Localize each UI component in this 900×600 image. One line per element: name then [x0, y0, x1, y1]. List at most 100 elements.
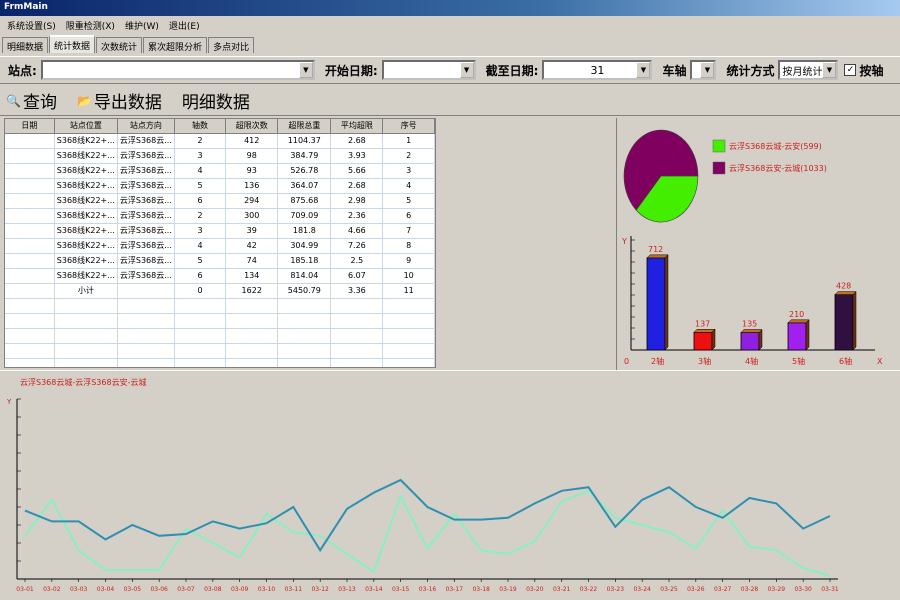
magnifier-icon: 🔍 — [6, 93, 21, 108]
x-tick-label: 03-24 — [633, 586, 651, 593]
toolbar: 🔍 查询 📂 导出数据 明细数据 — [0, 86, 900, 116]
table-row[interactable]: S368线K22+... 云浮S368云... 6 294 875.68 2.98 5 — [5, 193, 435, 209]
menu-weight-check[interactable]: 限重检测(X) — [61, 19, 120, 32]
table-cell — [330, 298, 384, 314]
table-row[interactable]: S368线K22+... 云浮S368云... 4 93 526.78 5.66 3 — [5, 163, 435, 179]
menu-exit[interactable]: 退出(E) — [164, 19, 205, 32]
table-cell: 云浮S368云... — [117, 208, 175, 224]
tab-multi-point-compare[interactable]: 多点对比 — [208, 37, 255, 53]
table-cell: S368线K22+... — [54, 238, 118, 254]
table-cell — [117, 298, 175, 314]
table-cell: 云浮S368云... — [117, 178, 175, 194]
table-cell: S368线K22+... — [54, 223, 118, 239]
table-row[interactable]: S368线K22+... 云浮S368云... 5 74 185.18 2.5 9 — [5, 253, 435, 269]
x-tick-label: 03-01 — [16, 586, 34, 593]
table-row[interactable]: S368线K22+... 云浮S368云... 3 39 181.8 4.66 7 — [5, 223, 435, 239]
table-cell — [117, 358, 175, 367]
tab-repeat-overload-analysis[interactable]: 累次超限分析 — [143, 37, 208, 53]
by-axle-checkbox[interactable]: ✓ — [844, 64, 857, 76]
column-header[interactable]: 序号 — [382, 119, 435, 134]
table-cell: 134 — [225, 268, 279, 284]
start-date-picker[interactable]: ▼ — [381, 60, 476, 80]
station-dropdown-icon[interactable]: ▼ — [298, 62, 313, 78]
x-tick-label: 03-15 — [392, 586, 410, 593]
table-row[interactable]: S368线K22+... 云浮S368云... 4 42 304.99 7.26 8 — [5, 238, 435, 254]
table-cell — [5, 268, 55, 284]
table-cell: 98 — [225, 148, 279, 164]
column-header[interactable]: 站点方向 — [117, 119, 175, 134]
method-dropdown-icon[interactable]: ▼ — [822, 62, 837, 78]
table-cell: 4 — [382, 178, 435, 194]
x-tick-label: 2轴 — [651, 356, 664, 366]
table-cell: 5 — [174, 253, 227, 269]
table-cell — [174, 358, 227, 367]
column-header[interactable]: 站点位置 — [54, 119, 118, 134]
column-header[interactable]: 超限次数 — [225, 119, 279, 134]
table-row[interactable]: S368线K22+... 云浮S368云... 5 136 364.07 2.68 4 — [5, 178, 435, 194]
bar-side-face — [711, 328, 716, 351]
table-cell — [174, 328, 227, 344]
bar — [787, 322, 807, 351]
table-cell: 云浮S368云... — [117, 223, 175, 239]
menu-maintenance[interactable]: 维护(W) — [120, 19, 164, 32]
table-cell: 0 — [174, 283, 227, 299]
table-cell: 2.68 — [330, 178, 384, 194]
x-tick-label: 03-20 — [526, 586, 544, 593]
station-select[interactable]: ▼ — [40, 60, 315, 80]
table-row-empty — [5, 328, 435, 344]
table-cell: 181.8 — [277, 223, 332, 239]
table-row[interactable]: S368线K22+... 云浮S368云... 2 412 1104.37 2.68 1 — [5, 133, 435, 149]
end-date-picker[interactable]: 31 ▼ — [542, 60, 653, 80]
table-cell — [54, 298, 118, 314]
x-tick-label: 03-12 — [311, 586, 329, 593]
bar — [740, 332, 760, 351]
column-header[interactable]: 平均超限 — [330, 119, 384, 134]
table-cell: 42 — [225, 238, 279, 254]
table-row[interactable]: S368线K22+... 云浮S368云... 3 98 384.79 3.93 2 — [5, 148, 435, 164]
method-value: 按月统计 — [782, 66, 823, 78]
table-cell: 4.66 — [330, 223, 384, 239]
table-cell: 5 — [382, 193, 435, 209]
table-cell: S368线K22+... — [54, 193, 118, 209]
bar-value-label: 135 — [742, 320, 757, 329]
table-row[interactable]: 小计 0 1622 5450.79 3.36 11 — [5, 283, 435, 299]
table-cell — [174, 298, 227, 314]
tab-strip: 明细数据 统计数据 次数统计 累次超限分析 多点对比 — [0, 35, 255, 53]
table-cell — [174, 343, 227, 359]
table-cell — [382, 298, 435, 314]
query-button[interactable]: 🔍 查询 — [6, 88, 57, 113]
menu-system-settings[interactable]: 系统设置(S) — [2, 19, 61, 32]
export-button[interactable]: 📂 导出数据 — [77, 88, 162, 113]
axle-select[interactable]: ▼ — [690, 60, 717, 80]
legend-swatch — [712, 161, 726, 175]
column-header[interactable]: 超限总重 — [277, 119, 332, 134]
column-header[interactable]: 日期 — [5, 119, 55, 134]
tab-statistics[interactable]: 统计数据 — [49, 35, 96, 53]
table-cell: 1104.37 — [277, 133, 332, 149]
statistics-table: 日期 站点位置 站点方向 轴数 超限次数 超限总重 平均超限 序号 S368线K… — [5, 119, 435, 367]
table-cell: S368线K22+... — [54, 208, 118, 224]
table-cell — [5, 163, 55, 179]
table-cell: 3.36 — [330, 283, 384, 299]
table-cell — [277, 313, 332, 329]
table-cell: 7 — [382, 223, 435, 239]
axle-dropdown-icon[interactable]: ▼ — [700, 62, 715, 78]
table-cell — [5, 238, 55, 254]
table-cell — [117, 328, 175, 344]
table-cell — [54, 313, 118, 329]
start-date-dropdown-icon[interactable]: ▼ — [459, 62, 474, 78]
statistics-grid[interactable]: 日期 站点位置 站点方向 轴数 超限次数 超限总重 平均超限 序号 S368线K… — [4, 118, 436, 368]
table-cell: 3.93 — [330, 148, 384, 164]
table-row[interactable]: S368线K22+... 云浮S368云... 6 134 814.04 6.07 10 — [5, 268, 435, 284]
column-header[interactable]: 轴数 — [174, 119, 227, 134]
tab-count-statistics[interactable]: 次数统计 — [96, 37, 143, 53]
method-select[interactable]: 按月统计 ▼ — [778, 60, 839, 80]
table-cell — [277, 298, 332, 314]
tab-detail-data[interactable]: 明细数据 — [2, 37, 49, 53]
axle-bar-chart: Y X 0 712 2轴 137 3轴 135 4轴 210 5轴 428 6轴 — [621, 236, 883, 366]
end-date-dropdown-icon[interactable]: ▼ — [636, 62, 651, 78]
x-tick-label: 03-13 — [338, 586, 356, 593]
detail-button[interactable]: 明细数据 — [182, 88, 250, 113]
series-line — [24, 489, 831, 577]
table-row[interactable]: S368线K22+... 云浮S368云... 2 300 709.09 2.36 6 — [5, 208, 435, 224]
